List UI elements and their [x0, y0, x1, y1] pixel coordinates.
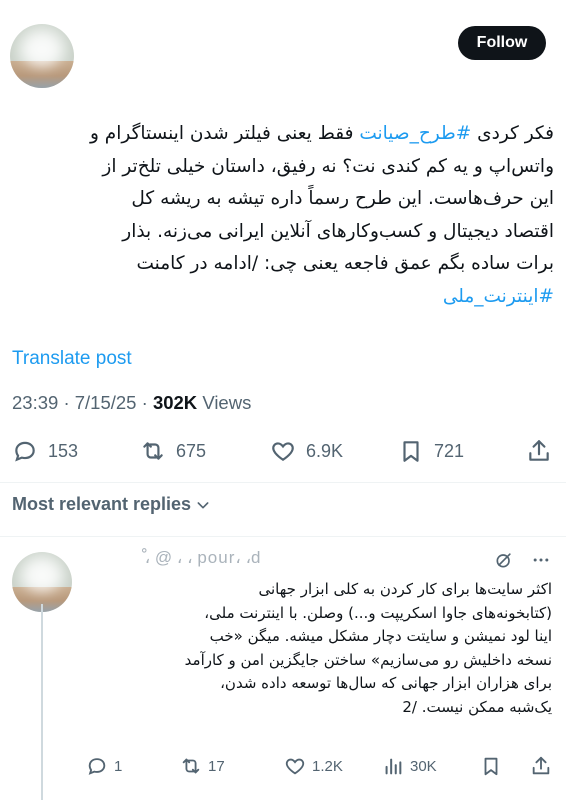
replies-sort-dropdown[interactable]: Most relevant replies: [12, 494, 211, 515]
like-button[interactable]: 6.9K: [270, 434, 343, 468]
post-text-line: #اینترنت_ملی: [12, 281, 554, 314]
bookmark-icon: [403, 441, 419, 462]
post-text-line: این حرف‌هاست. این طرح رسماً داره تیشه به…: [131, 188, 554, 209]
reply-username[interactable]: ْ ، @ ، ، pour، ،d: [140, 548, 440, 568]
reply-reply-button[interactable]: 1: [86, 752, 122, 780]
repost-button[interactable]: 675: [140, 434, 206, 468]
post-text-line: برات ساده بگم عمق فاجعه یعنی چی: /ادامه …: [136, 253, 554, 274]
reply-text-line: یک‌شبه ممکن نیست. /2: [402, 697, 552, 716]
views-count: 302K: [152, 392, 198, 413]
heart-icon: [285, 758, 305, 775]
repost-icon: [182, 758, 200, 774]
reply-views-button[interactable]: 30K: [382, 752, 437, 780]
reply-repost-button[interactable]: 17: [180, 752, 225, 780]
hashtag-link[interactable]: #اینترنت_ملی: [443, 286, 554, 307]
post-date[interactable]: 7/15/25: [75, 392, 137, 413]
post-meta: 23:39 · 7/15/25 · 302K Views: [12, 392, 252, 413]
post-text-line: واتس‌اپ و یه کم کندی نت؟ نه رفیق، داستان…: [102, 155, 554, 177]
views-chart-icon: [385, 758, 402, 775]
reply-text-line: برای هزاران ابزار جهانی که سال‌ها توسعه …: [220, 674, 552, 693]
divider: [0, 482, 566, 483]
share-icon: [529, 440, 549, 461]
reply-header-icons: [494, 550, 552, 570]
hashtag-link[interactable]: #طرح_صیانت: [359, 123, 471, 144]
heart-icon: [272, 442, 294, 461]
author-avatar[interactable]: [10, 24, 74, 88]
reply-text-line: نسخه داخلیش رو می‌سازیم» ساختن جایگزین ا…: [184, 650, 552, 669]
reply-text: اکثر سایت‌ها برای کار کردن به کلی ابزار …: [80, 578, 552, 720]
reply-bookmark-button[interactable]: [480, 752, 502, 780]
post-time[interactable]: 23:39: [12, 392, 58, 413]
post-text-line: فکر کردی #طرح_صیانت فقط یعنی فیلتر شدن ا…: [89, 123, 554, 144]
reply-icon: [15, 441, 35, 462]
post-action-bar: 153 675 6.9K 721: [0, 434, 566, 468]
reply-text-line: اینا لود نمیشن و سایتت دچار مشکل میشه. م…: [209, 627, 552, 646]
repost-icon: [143, 442, 163, 460]
share-icon: [532, 756, 550, 775]
reply-author-avatar[interactable]: [12, 552, 72, 612]
bookmark-button[interactable]: 721: [398, 434, 464, 468]
chevron-down-icon: [197, 501, 209, 508]
reply-like-button[interactable]: 1.2K: [284, 752, 343, 780]
reply-action-bar: 1 17 1.2K 30K: [0, 752, 566, 780]
bookmark-icon: [484, 757, 498, 776]
translate-post-link[interactable]: Translate post: [12, 348, 132, 370]
reply-text-line: اکثر سایت‌ها برای کار کردن به کلی ابزار …: [258, 580, 553, 598]
reply-share-button[interactable]: [530, 752, 552, 780]
reply-icon: [88, 758, 106, 775]
share-button[interactable]: [526, 434, 552, 468]
more-options-icon[interactable]: [530, 550, 552, 570]
divider: [0, 536, 566, 537]
views-label: Views: [202, 392, 252, 413]
post-text: فکر کردی #طرح_صیانت فقط یعنی فیلتر شدن ا…: [12, 118, 554, 313]
reply-button[interactable]: 153: [12, 434, 78, 468]
post-text-line: اقتصاد دیجیتال و کسب‌وکارهای آنلاین ایرا…: [122, 220, 554, 242]
reply-text-line: (کتابخونه‌های جاوا اسکریپت و...) وصلن. ب…: [204, 603, 552, 622]
grok-icon[interactable]: [494, 550, 514, 570]
follow-button[interactable]: Follow: [458, 26, 546, 60]
